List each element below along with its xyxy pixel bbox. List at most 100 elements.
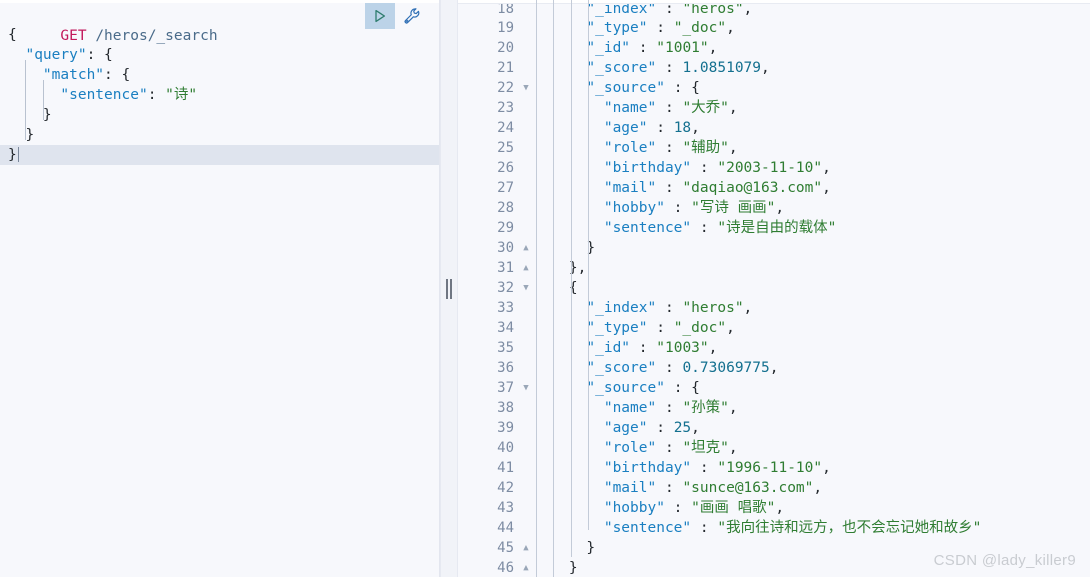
gutter-separator — [520, 118, 534, 138]
chevron-up-icon[interactable]: ▲ — [520, 558, 532, 577]
indent-guide — [25, 60, 27, 140]
chevron-down-icon[interactable]: ▼ — [520, 378, 532, 398]
line-number: 32 — [497, 280, 514, 296]
request-code-line[interactable]: "query": { — [0, 45, 439, 65]
line-number-gutter: 37 ▼ — [458, 378, 529, 398]
response-token-string: "诗是自由的载体" — [717, 220, 837, 236]
response-code-text: "sentence" : "我向往诗和远方，也不会忘记她和故乡" — [534, 518, 1090, 538]
line-number-gutter: 45 ▲ — [458, 538, 529, 558]
line-number-gutter: 18 — [458, 4, 520, 18]
request-token-punc: } — [42, 107, 52, 123]
response-token-key: "birthday" — [603, 460, 692, 476]
line-number-gutter: 23 — [458, 98, 520, 118]
chevron-up-icon[interactable]: ▲ — [520, 258, 532, 278]
request-token-key: "match" — [42, 67, 105, 83]
gutter-separator — [520, 318, 534, 338]
chevron-up-icon[interactable]: ▲ — [520, 238, 532, 258]
response-token-key: "_id" — [586, 40, 631, 56]
response-token-punc: : — [691, 460, 718, 476]
line-number-gutter: 40 — [458, 438, 520, 458]
line-number: 23 — [497, 100, 514, 116]
line-number-gutter: 42 — [458, 478, 520, 498]
response-token-punc: : — [656, 440, 683, 456]
gutter-separator — [520, 298, 534, 318]
line-number-gutter: 43 — [458, 498, 520, 518]
play-icon[interactable] — [365, 3, 395, 29]
request-token-punc: } — [8, 147, 17, 163]
response-token-string: "大乔" — [682, 100, 729, 116]
response-token-punc: : — [656, 180, 683, 196]
request-code-line[interactable]: } — [0, 145, 439, 165]
gutter-separator — [520, 98, 534, 118]
chevron-up-icon[interactable]: ▲ — [520, 538, 532, 558]
gutter-separator — [520, 58, 534, 78]
response-token-punc: : — [664, 500, 692, 516]
line-number-gutter: 33 — [458, 298, 520, 318]
response-token-key: "mail" — [603, 180, 657, 196]
drag-handle-icon[interactable] — [446, 278, 452, 299]
request-token-punc: } — [25, 127, 35, 143]
response-code-text: "_source" : { — [534, 378, 1090, 398]
response-token-punc: , — [728, 100, 738, 116]
response-token-num: 0.73069775 — [682, 360, 770, 376]
response-code-text: "mail" : "sunce@163.com", — [534, 478, 1090, 498]
response-token-punc: : — [647, 20, 674, 36]
response-token-punc: : — [656, 140, 683, 156]
request-token-punc: { — [8, 27, 17, 43]
response-token-key: "role" — [603, 440, 657, 456]
response-token-punc: , — [761, 60, 770, 76]
response-code-text: "birthday" : "1996-11-10", — [534, 458, 1090, 478]
response-token-string: "_doc" — [673, 20, 727, 36]
response-token-punc: , — [708, 340, 718, 356]
response-token-punc: , — [691, 420, 700, 436]
response-token-punc: : — [691, 160, 718, 176]
request-editor-pane[interactable]: GET /heros/_search { "query": { "match":… — [0, 0, 440, 577]
line-number-gutter: 29 — [458, 218, 520, 238]
response-viewer-pane[interactable]: 18 "_index" : "heros", 19 "_type" : "_doc… — [458, 0, 1090, 577]
response-code-text: }, — [534, 258, 1090, 278]
line-number: 41 — [497, 460, 514, 476]
fold-guide-line — [570, 0, 572, 557]
request-code-line[interactable]: } — [0, 125, 439, 145]
response-token-string: "我向往诗和远方，也不会忘记她和故乡" — [717, 520, 982, 536]
request-token-punc: : { — [86, 47, 113, 63]
response-token-punc: : — [691, 520, 718, 536]
response-token-key: "_type" — [586, 320, 648, 336]
chevron-down-icon[interactable]: ▼ — [520, 78, 532, 98]
response-token-key: "_id" — [586, 340, 631, 356]
request-body[interactable]: { "query": { "match": { "sentence": "诗" … — [0, 25, 439, 165]
chevron-down-icon[interactable]: ▼ — [520, 278, 532, 298]
response-token-punc: , — [708, 40, 718, 56]
line-number-gutter: 20 — [458, 38, 520, 58]
response-token-string: "heros" — [682, 4, 744, 17]
response-token-punc: , — [726, 320, 735, 336]
line-number: 43 — [497, 500, 514, 516]
response-token-key: "age" — [603, 420, 648, 436]
line-number-gutter: 28 — [458, 198, 520, 218]
request-code-line[interactable]: "sentence": "诗" — [0, 85, 439, 105]
response-token-string: "写诗 画画" — [691, 200, 776, 216]
response-code-text: "_source" : { — [534, 78, 1090, 98]
response-token-punc: , — [743, 4, 753, 17]
line-number: 36 — [497, 360, 514, 376]
response-token-string: "2003-11-10" — [717, 160, 823, 176]
response-code-text: "_index" : "heros", — [534, 298, 1090, 318]
response-code-text: "role" : "坦克", — [534, 438, 1090, 458]
response-token-punc: , — [728, 400, 738, 416]
line-number-gutter: 39 — [458, 418, 520, 438]
pane-splitter[interactable] — [440, 0, 458, 577]
wrench-icon[interactable] — [399, 3, 425, 29]
gutter-separator — [520, 158, 534, 178]
response-token-punc: , — [822, 180, 831, 196]
request-code-line[interactable]: } — [0, 105, 439, 125]
request-token-punc: : { — [104, 67, 131, 83]
gutter-separator — [520, 138, 534, 158]
request-code-line[interactable]: "match": { — [0, 65, 439, 85]
